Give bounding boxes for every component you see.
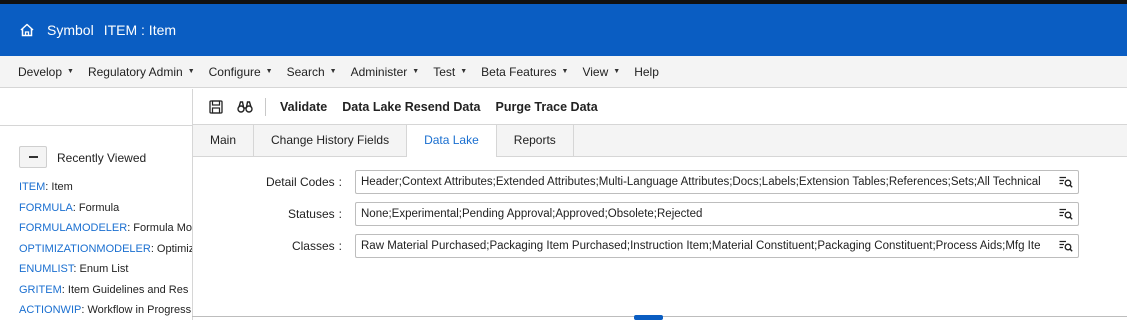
caret-down-icon: ▼ [187, 68, 195, 75]
tab-data-lake[interactable]: Data Lake [407, 125, 497, 157]
detail-codes-label: Detail Codes: [265, 175, 342, 189]
caret-down-icon: ▼ [613, 68, 621, 75]
left-panel: Recently Viewed ITEM: Item FORMULA: Form… [0, 89, 192, 320]
menu-search[interactable]: Search ▼ [287, 65, 337, 79]
caret-down-icon: ▼ [67, 68, 74, 75]
list-item[interactable]: OPTIMIZATIONMODELER: Optimiz [19, 239, 192, 260]
binoculars-icon[interactable] [237, 100, 253, 114]
menu-configure[interactable]: Configure ▼ [209, 65, 273, 79]
app-header: Symbol ITEM : Item [0, 4, 1127, 56]
list-item[interactable]: ACTIONWIP: Workflow in Progress [19, 300, 192, 321]
resize-handle[interactable] [634, 315, 663, 320]
brand-name: Symbol [47, 22, 94, 38]
caret-down-icon: ▼ [460, 68, 468, 75]
list-item[interactable]: GRITEM: Item Guidelines and Res [19, 280, 192, 301]
page-title: ITEM : Item [103, 22, 177, 38]
collapse-recent-button[interactable] [19, 146, 47, 168]
detail-codes-field[interactable]: Header;Context Attributes;Extended Attri… [355, 170, 1079, 194]
tab-bar: Main Change History Fields Data Lake Rep… [193, 125, 1127, 157]
recently-viewed-list: ITEM: Item FORMULA: Formula FORMULAMODEL… [19, 177, 192, 321]
menu-bar: Develop ▼ Regulatory Admin ▼ Configure ▼ Se… [0, 56, 1127, 88]
caret-down-icon: ▼ [561, 68, 569, 75]
menu-administer[interactable]: Administer ▼ [351, 65, 420, 79]
lookup-icon[interactable] [1056, 236, 1076, 256]
menu-test[interactable]: Test ▼ [433, 65, 467, 79]
menu-regulatory-admin[interactable]: Regulatory Admin ▼ [88, 65, 195, 79]
tab-main[interactable]: Main [193, 125, 255, 156]
tab-change-history-fields[interactable]: Change History Fields [254, 125, 408, 156]
detail-codes-row: Detail Codes: Header;Context Attributes;… [193, 170, 1127, 194]
toolbar-separator [265, 97, 266, 116]
caret-down-icon: ▼ [412, 68, 420, 75]
list-item[interactable]: ITEM: Item [19, 177, 192, 198]
data-lake-resend-button[interactable]: Data Lake Resend Data [342, 100, 480, 114]
classes-field[interactable]: Raw Material Purchased;Packaging Item Pu… [355, 234, 1079, 258]
menu-view[interactable]: View ▼ [582, 65, 620, 79]
list-item[interactable]: ENUMLIST: Enum List [19, 259, 192, 280]
list-item[interactable]: FORMULA: Formula [19, 198, 192, 219]
lookup-icon[interactable] [1056, 204, 1076, 224]
classes-value[interactable]: Raw Material Purchased;Packaging Item Pu… [356, 240, 1056, 252]
divider [0, 125, 192, 126]
recently-viewed-title: Recently Viewed [57, 151, 147, 165]
menu-beta-features[interactable]: Beta Features ▼ [481, 65, 568, 79]
lookup-icon[interactable] [1056, 172, 1076, 192]
main-content: Validate Data Lake Resend Data Purge Tra… [192, 89, 1127, 320]
validate-button[interactable]: Validate [280, 100, 327, 114]
minus-icon [28, 156, 38, 158]
list-item[interactable]: FORMULAMODELER: Formula Mo [19, 218, 192, 239]
statuses-field[interactable]: None;Experimental;Pending Approval;Appro… [355, 202, 1079, 226]
caret-down-icon: ▼ [329, 68, 337, 75]
statuses-value[interactable]: None;Experimental;Pending Approval;Appro… [356, 208, 1056, 220]
menu-develop[interactable]: Develop ▼ [18, 65, 74, 79]
tab-reports[interactable]: Reports [497, 125, 574, 156]
statuses-label: Statuses: [287, 207, 342, 221]
classes-row: Classes: Raw Material Purchased;Packagin… [193, 234, 1127, 258]
purge-trace-data-button[interactable]: Purge Trace Data [496, 100, 598, 114]
caret-down-icon: ▼ [265, 68, 273, 75]
save-icon[interactable] [209, 99, 223, 114]
detail-codes-value[interactable]: Header;Context Attributes;Extended Attri… [356, 176, 1056, 188]
toolbar: Validate Data Lake Resend Data Purge Tra… [193, 89, 1127, 125]
menu-help[interactable]: Help [634, 65, 659, 79]
home-icon[interactable] [18, 21, 36, 39]
classes-label: Classes: [291, 239, 342, 253]
statuses-row: Statuses: None;Experimental;Pending Appr… [193, 202, 1127, 226]
